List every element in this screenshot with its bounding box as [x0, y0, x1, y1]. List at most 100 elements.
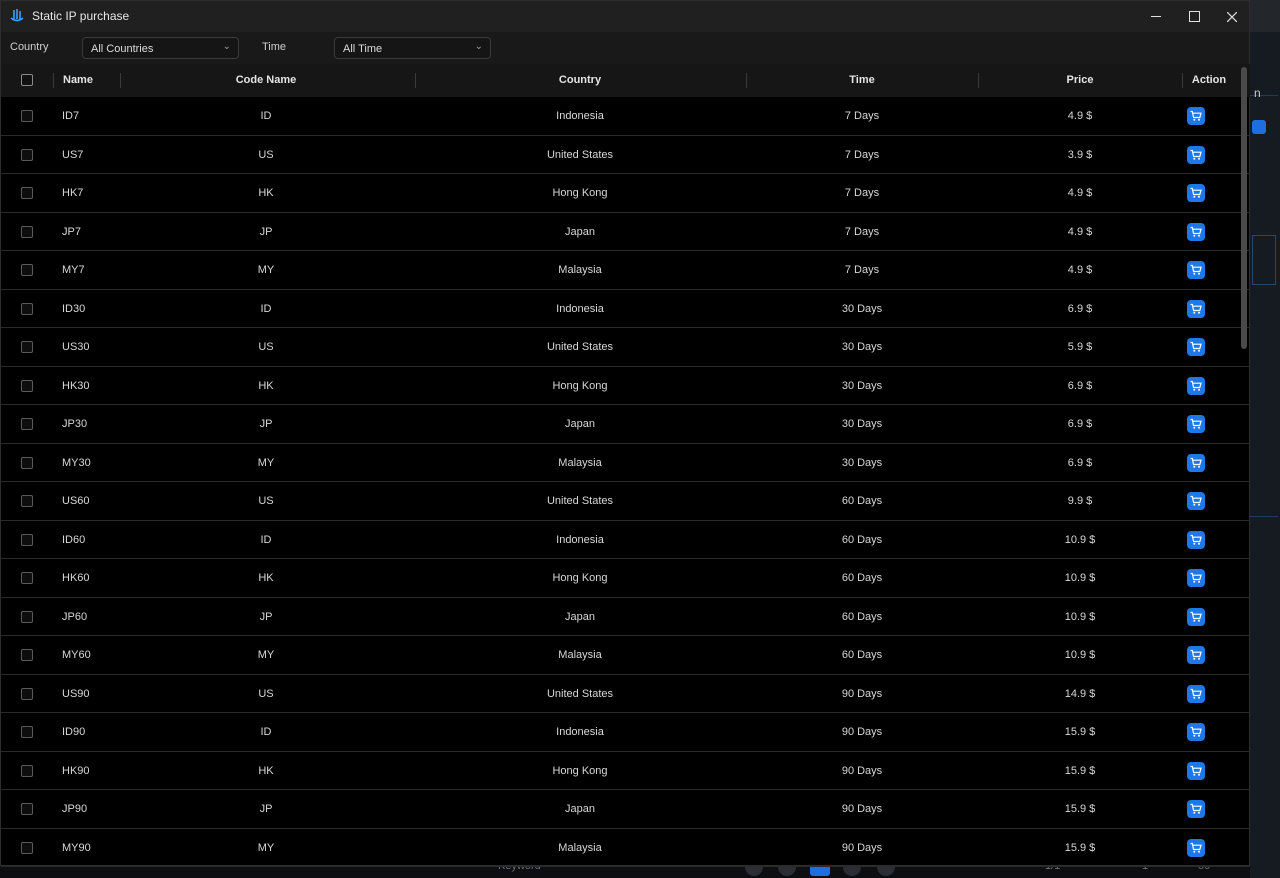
cell-name: US30	[62, 341, 90, 353]
table-row[interactable]: ID60 ID Indonesia 60 Days 10.9 $	[1, 521, 1250, 559]
buy-button[interactable]	[1187, 684, 1205, 703]
table-scrollbar[interactable]	[1241, 67, 1247, 862]
minimize-button[interactable]	[1137, 1, 1175, 32]
cart-icon	[1190, 418, 1202, 429]
cell-price: 10.9 $	[1064, 610, 1096, 623]
table-row[interactable]: JP60 JP Japan 60 Days 10.9 $	[1, 598, 1250, 636]
table-row[interactable]: JP90 JP Japan 90 Days 15.9 $	[1, 790, 1250, 829]
cart-icon	[1190, 149, 1202, 160]
cell-country: United States	[546, 687, 614, 700]
buy-button[interactable]	[1187, 415, 1205, 433]
row-checkbox[interactable]	[21, 187, 33, 199]
row-checkbox[interactable]	[21, 341, 33, 353]
buy-button[interactable]	[1187, 261, 1205, 279]
table-row[interactable]: MY90 MY Malaysia 90 Days 15.9 $	[1, 829, 1250, 867]
select-all-checkbox[interactable]	[21, 74, 33, 86]
header-action: Action	[1191, 74, 1227, 86]
table-row[interactable]: US30 US United States 30 Days 5.9 $	[1, 328, 1250, 367]
cell-code-name: US	[258, 148, 274, 161]
header-name[interactable]: Name	[63, 74, 93, 86]
row-checkbox[interactable]	[21, 379, 33, 392]
cart-icon	[1190, 649, 1202, 660]
buy-button[interactable]	[1187, 453, 1205, 472]
maximize-icon	[1188, 11, 1200, 22]
buy-button[interactable]	[1187, 338, 1205, 356]
row-checkbox[interactable]	[21, 803, 33, 815]
buy-button[interactable]	[1187, 607, 1205, 626]
cell-country: Japan	[565, 225, 595, 238]
cell-time: 90 Days	[841, 726, 883, 738]
buy-button[interactable]	[1187, 761, 1205, 780]
buy-button[interactable]	[1187, 376, 1205, 395]
table-row[interactable]: ID30 ID Indonesia 30 Days 6.9 $	[1, 290, 1250, 328]
buy-button[interactable]	[1187, 838, 1205, 857]
cell-price: 6.9 $	[1067, 456, 1093, 469]
table-row[interactable]: HK90 HK Hong Kong 90 Days 15.9 $	[1, 752, 1250, 790]
maximize-button[interactable]	[1175, 1, 1213, 32]
cell-price: 10.9 $	[1064, 649, 1096, 661]
cell-price: 3.9 $	[1067, 148, 1093, 161]
header-code-name[interactable]: Code Name	[236, 74, 297, 86]
cell-price: 6.9 $	[1067, 418, 1093, 430]
buy-button[interactable]	[1187, 107, 1205, 125]
table-row[interactable]: US60 US United States 60 Days 9.9 $	[1, 482, 1250, 521]
cell-name: MY30	[62, 456, 91, 469]
cart-icon	[1190, 688, 1202, 699]
buy-button[interactable]	[1187, 184, 1205, 202]
cell-country: Japan	[565, 418, 595, 430]
table-row[interactable]: MY30 MY Malaysia 30 Days 6.9 $	[1, 444, 1250, 482]
cell-code-name: JP	[259, 225, 273, 238]
table-row[interactable]: ID90 ID Indonesia 90 Days 15.9 $	[1, 713, 1250, 752]
row-checkbox[interactable]	[21, 610, 33, 623]
buy-button[interactable]	[1187, 299, 1205, 318]
row-checkbox[interactable]	[21, 841, 33, 854]
row-checkbox[interactable]	[21, 225, 33, 238]
buy-button[interactable]	[1187, 530, 1205, 549]
buy-button[interactable]	[1187, 145, 1205, 164]
row-checkbox[interactable]	[21, 533, 33, 546]
buy-button[interactable]	[1187, 492, 1205, 510]
table-row[interactable]: MY7 MY Malaysia 7 Days 4.9 $	[1, 251, 1250, 290]
header-country[interactable]: Country	[559, 74, 601, 86]
buy-button[interactable]	[1187, 723, 1205, 741]
table-row[interactable]: MY60 MY Malaysia 60 Days 10.9 $	[1, 636, 1250, 675]
row-checkbox[interactable]	[21, 495, 33, 507]
cell-time: 30 Days	[841, 302, 883, 315]
row-checkbox[interactable]	[21, 572, 33, 584]
time-select[interactable]: All Time ⌄	[334, 37, 491, 59]
row-checkbox[interactable]	[21, 764, 33, 777]
cell-country: Malaysia	[558, 649, 602, 661]
cell-code-name: HK	[258, 764, 274, 777]
table-row[interactable]: HK60 HK Hong Kong 60 Days 10.9 $	[1, 559, 1250, 598]
row-checkbox[interactable]	[21, 687, 33, 700]
cell-country: Indonesia	[556, 110, 604, 122]
row-checkbox[interactable]	[21, 649, 33, 661]
table-row[interactable]: JP7 JP Japan 7 Days 4.9 $	[1, 213, 1250, 251]
scrollbar-thumb[interactable]	[1241, 67, 1247, 349]
header-time[interactable]: Time	[849, 74, 874, 86]
buy-button[interactable]	[1187, 646, 1205, 664]
cell-name: HK7	[62, 187, 84, 199]
cart-icon	[1190, 572, 1202, 583]
buy-button[interactable]	[1187, 569, 1205, 587]
close-button[interactable]	[1213, 1, 1251, 32]
row-checkbox[interactable]	[21, 110, 33, 122]
header-price[interactable]: Price	[1067, 74, 1094, 86]
table-row[interactable]: ID7 ID Indonesia 7 Days 4.9 $	[1, 97, 1250, 136]
table-row[interactable]: JP30 JP Japan 30 Days 6.9 $	[1, 405, 1250, 444]
table-row[interactable]: US90 US United States 90 Days 14.9 $	[1, 675, 1250, 713]
table-row[interactable]: HK7 HK Hong Kong 7 Days 4.9 $	[1, 174, 1250, 213]
table-row[interactable]: HK30 HK Hong Kong 30 Days 6.9 $	[1, 367, 1250, 405]
row-checkbox[interactable]	[21, 264, 33, 276]
table-row[interactable]: US7 US United States 7 Days 3.9 $	[1, 136, 1250, 174]
row-checkbox[interactable]	[21, 418, 33, 430]
row-checkbox[interactable]	[21, 148, 33, 161]
row-checkbox[interactable]	[21, 726, 33, 738]
buy-button[interactable]	[1187, 800, 1205, 818]
row-checkbox[interactable]	[21, 302, 33, 315]
country-select[interactable]: All Countries ⌄	[82, 37, 239, 59]
row-checkbox[interactable]	[21, 456, 33, 469]
cart-icon	[1190, 726, 1202, 737]
cell-time: 90 Days	[841, 803, 883, 815]
buy-button[interactable]	[1187, 222, 1205, 241]
